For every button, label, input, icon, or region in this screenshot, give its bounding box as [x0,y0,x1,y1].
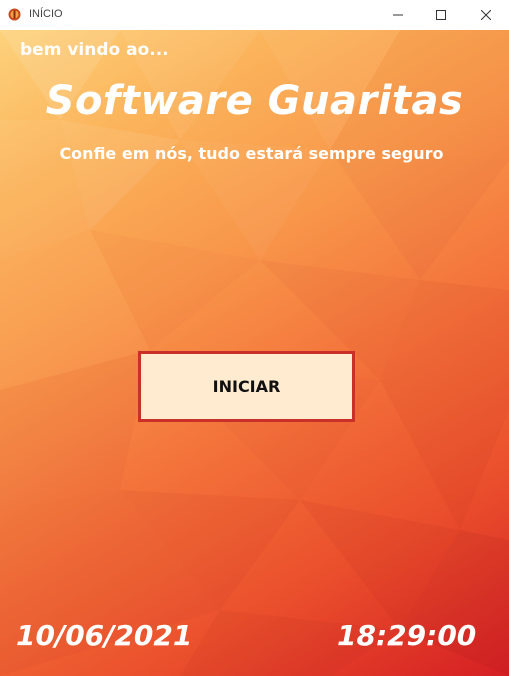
app-title: Software Guaritas [45,78,464,124]
window-title: INÍCIO [29,8,63,20]
minimize-icon [393,14,403,16]
close-button[interactable] [463,0,509,30]
minimize-button[interactable] [375,0,421,30]
start-button[interactable]: INICIAR [138,351,355,422]
title-bar[interactable]: INÍCIO [0,0,509,30]
current-time: 18:29:00 [337,619,477,652]
current-date: 10/06/2021 [16,619,193,652]
close-icon [481,10,491,20]
tagline: Confie em nós, tudo estará sempre seguro [59,144,444,163]
welcome-text: bem vindo ao... [20,40,169,60]
maximize-button[interactable] [418,0,464,30]
maximize-icon [436,10,446,20]
main-window: bem vindo ao... Software Guaritas Confie… [0,30,509,676]
shield-icon [8,8,21,21]
